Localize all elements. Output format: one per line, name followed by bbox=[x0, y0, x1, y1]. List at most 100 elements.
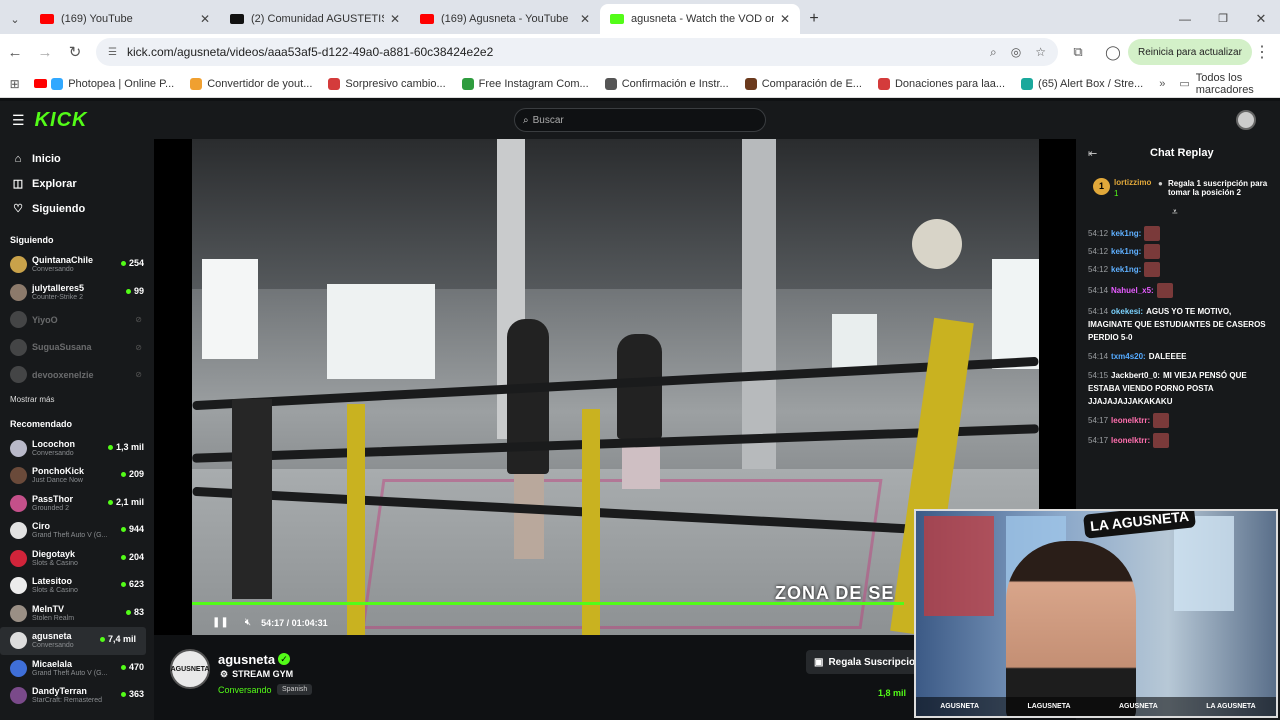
stream-category[interactable]: Conversando bbox=[218, 685, 272, 695]
video-progress-bar[interactable] bbox=[192, 602, 905, 605]
chat-username[interactable]: Jackbert0_0: bbox=[1111, 371, 1160, 380]
bookmark-item[interactable]: (65) Alert Box / Stre... bbox=[1021, 77, 1143, 90]
url-field[interactable]: ☰ kick.com/agusneta/videos/aaa53af5-d122… bbox=[96, 38, 1058, 66]
chat-username[interactable]: txm4s20: bbox=[1111, 352, 1146, 361]
close-window-icon[interactable]: ✕ bbox=[1242, 4, 1280, 34]
extensions-icon[interactable]: ⧉ bbox=[1058, 44, 1098, 60]
menu-dots-icon[interactable]: ⋮ bbox=[1252, 42, 1272, 62]
sidebar-channel-item[interactable]: Latesitoo Slots & Casino 623 bbox=[0, 572, 154, 600]
sidebar-channel-item[interactable]: PonchoKick Just Dance Now 209 bbox=[0, 462, 154, 490]
video-frame[interactable] bbox=[192, 139, 1039, 635]
bookmark-item[interactable]: Photopea | Online P... bbox=[51, 77, 174, 90]
sidebar-channel-item[interactable]: QuintanaChile Conversando 254 bbox=[0, 251, 154, 279]
sidebar-channel-item[interactable]: julytalleres5 Counter-Strike 2 99 bbox=[0, 279, 154, 307]
chat-username[interactable]: okekesi: bbox=[1111, 307, 1143, 316]
back-icon[interactable]: ← bbox=[0, 44, 30, 61]
browser-tab[interactable]: agusneta - Watch the VOD on ✕ bbox=[600, 4, 800, 34]
browser-tab[interactable]: (169) Agusneta - YouTube ✕ bbox=[410, 4, 600, 34]
chat-username[interactable]: kek1ng: bbox=[1111, 265, 1141, 274]
kick-logo[interactable]: KICK bbox=[35, 109, 88, 132]
gift-icon: ▣ bbox=[814, 656, 824, 668]
sidebar-channel-item[interactable]: MelnTV Stolen Realm 83 bbox=[0, 600, 154, 628]
chat-username[interactable]: kek1ng: bbox=[1111, 247, 1141, 256]
channel-avatar bbox=[10, 522, 27, 540]
sidebar-channel-item[interactable]: DandyTerran StarCraft: Remastered 363 bbox=[0, 682, 154, 710]
sidebar-channel-item[interactable]: Ciro Grand Theft Auto V (G... 944 bbox=[0, 517, 154, 545]
channel-avatar[interactable]: AGUSNETA bbox=[170, 649, 210, 689]
search-placeholder: Buscar bbox=[532, 114, 564, 126]
sidebar: ⌂ Inicio ◫ Explorar ♡ Siguiendo Siguiendo Qui… bbox=[0, 139, 154, 720]
home-icon: ⌂ bbox=[14, 152, 22, 165]
restore-icon[interactable]: ❐ bbox=[1204, 4, 1242, 34]
chat-username[interactable]: kek1ng: bbox=[1111, 229, 1141, 238]
tab-search-icon[interactable]: ⌄ bbox=[0, 4, 30, 34]
update-button[interactable]: Reinicia para actualizar bbox=[1128, 39, 1252, 65]
channel-text: DandyTerran StarCraft: Remastered bbox=[32, 686, 102, 705]
sidebar-channel-item[interactable]: SuguaSusana ⊘ bbox=[0, 334, 154, 362]
more-bookmarks-icon[interactable]: » bbox=[1159, 78, 1165, 90]
close-tab-icon[interactable]: ✕ bbox=[390, 12, 400, 26]
channel-name[interactable]: agusneta bbox=[218, 652, 275, 667]
sidebar-nav-siguiendo[interactable]: ♡ Siguiendo bbox=[0, 196, 154, 221]
sidebar-nav-explorar[interactable]: ◫ Explorar bbox=[0, 171, 154, 196]
close-tab-icon[interactable]: ✕ bbox=[200, 12, 210, 26]
chat-username[interactable]: leonelktrr: bbox=[1111, 436, 1150, 445]
bookmark-item[interactable]: Confirmación e Instr... bbox=[604, 77, 729, 90]
language-badge[interactable]: Spanish bbox=[277, 684, 313, 695]
all-bookmarks-button[interactable]: ▭ Todos los marcadores bbox=[1179, 72, 1270, 96]
youtube-bookmark-icon[interactable] bbox=[29, 79, 51, 88]
tab-favicon-icon bbox=[420, 14, 434, 24]
pinned-user[interactable]: lortizzimo bbox=[1114, 178, 1151, 187]
search-input[interactable]: ⌕ Buscar bbox=[514, 108, 766, 132]
mute-icon[interactable]: 🔇︎ bbox=[245, 617, 251, 628]
sidebar-channel-item[interactable]: Locochon Conversando 1,3 mil bbox=[0, 435, 154, 463]
chevron-down-icon[interactable]: ⩡ bbox=[1172, 207, 1178, 218]
browser-tab[interactable]: (169) YouTube ✕ bbox=[30, 4, 220, 34]
bookmark-item[interactable]: Donaciones para laa... bbox=[877, 77, 1005, 90]
sidebar-nav-inicio[interactable]: ⌂ Inicio bbox=[0, 146, 154, 171]
eye-off-icon[interactable]: ◎ bbox=[1011, 45, 1021, 59]
bookmark-star-icon[interactable]: ☆ bbox=[1035, 45, 1046, 59]
channel-category: StarCraft: Remastered bbox=[32, 697, 103, 705]
show-more-link[interactable]: Mostrar más bbox=[0, 389, 154, 411]
sidebar-channel-item[interactable]: devooxenelzie ⊘ bbox=[0, 361, 154, 389]
new-tab-button[interactable]: + bbox=[800, 4, 828, 34]
bookmark-item[interactable]: Sorpresivo cambio... bbox=[328, 77, 446, 90]
browser-tab[interactable]: (2) Comunidad AGUSTETISMO ✕ bbox=[220, 4, 410, 34]
gift-subs-button[interactable]: ▣ Regala Suscripciones bbox=[806, 650, 926, 674]
site-info-icon[interactable]: ☰ bbox=[108, 47, 117, 58]
forward-icon[interactable]: → bbox=[30, 44, 60, 61]
bookmark-item[interactable]: Convertidor de yout... bbox=[190, 77, 312, 90]
sidebar-channel-item[interactable]: Micaelala Grand Theft Auto V (G... 470 bbox=[0, 655, 154, 683]
chat-emote-icon bbox=[1144, 262, 1161, 277]
search-icon: ⌕ bbox=[523, 114, 529, 126]
sidebar-channel-item[interactable]: PassThor Grounded 2 2,1 mil bbox=[0, 490, 154, 518]
tab-title: (169) YouTube bbox=[61, 13, 133, 25]
channel-avatar bbox=[10, 256, 27, 274]
chat-username[interactable]: leonelktrr: bbox=[1111, 416, 1150, 425]
sidebar-channel-item[interactable]: YiyoO ⊘ bbox=[0, 306, 154, 334]
close-tab-icon[interactable]: ✕ bbox=[580, 12, 590, 26]
bookmark-favicon-icon bbox=[51, 77, 64, 90]
close-tab-icon[interactable]: ✕ bbox=[780, 12, 790, 26]
gym-ceiling bbox=[192, 139, 1039, 289]
hamburger-menu-icon[interactable]: ☰ bbox=[12, 112, 25, 129]
channel-viewers: 944 bbox=[121, 524, 144, 534]
user-avatar[interactable] bbox=[1236, 110, 1256, 130]
profile-icon[interactable]: ◯ bbox=[1098, 44, 1128, 61]
gym-window bbox=[202, 259, 258, 359]
pause-icon[interactable]: ❚❚ bbox=[212, 617, 229, 628]
social-handle: AGUSNETA bbox=[940, 703, 979, 710]
zoom-icon[interactable]: ⌕ bbox=[990, 45, 997, 60]
bookmark-item[interactable]: Comparación de E... bbox=[744, 77, 862, 90]
minimize-icon[interactable]: — bbox=[1166, 4, 1204, 34]
tab-favicon-icon bbox=[40, 14, 54, 24]
apps-grid-icon[interactable]: ⊞ bbox=[0, 77, 29, 91]
chat-username[interactable]: Nahuel_x5: bbox=[1111, 286, 1154, 295]
reload-icon[interactable]: ↻ bbox=[60, 43, 90, 61]
bookmark-item[interactable]: Free Instagram Com... bbox=[461, 77, 589, 90]
sidebar-channel-item[interactable]: Diegotayk Slots & Casino 204 bbox=[0, 545, 154, 573]
channel-text: PonchoKick Just Dance Now bbox=[32, 466, 84, 485]
sidebar-channel-item[interactable]: agusneta Conversando 7,4 mil bbox=[0, 627, 146, 655]
collapse-chat-icon[interactable]: ⇤ bbox=[1088, 147, 1097, 160]
